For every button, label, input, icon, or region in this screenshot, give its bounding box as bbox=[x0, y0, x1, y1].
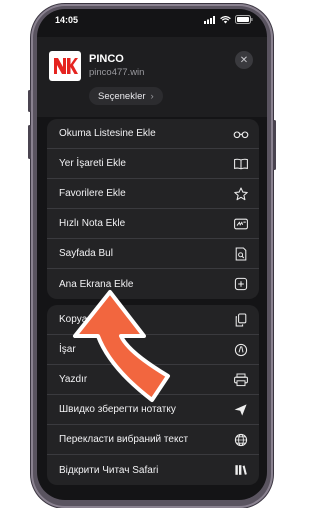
menu-item-copy[interactable]: Kopya bbox=[47, 305, 259, 335]
menu-item-quick-save-note[interactable]: Швидко зберегти нотатку bbox=[47, 395, 259, 425]
side-button bbox=[28, 125, 31, 159]
menu-item-label: İşar bbox=[59, 344, 76, 355]
side-button bbox=[28, 90, 31, 112]
site-domain: pinco477.win bbox=[89, 67, 145, 78]
copy-icon bbox=[232, 311, 250, 329]
library-icon bbox=[232, 461, 250, 479]
menu-item-add-bookmark[interactable]: Yer İşareti Ekle bbox=[47, 149, 259, 179]
menu-item-print[interactable]: Yazdır bbox=[47, 365, 259, 395]
menu-item-label: Ana Ekrana Ekle bbox=[59, 278, 134, 290]
menu-item-find-on-page[interactable]: Sayfada Bul bbox=[47, 239, 259, 269]
star-icon bbox=[232, 185, 250, 203]
chevron-right-icon: › bbox=[150, 90, 154, 102]
signal-icon bbox=[204, 15, 215, 24]
menu-item-label: Hızlı Nota Ekle bbox=[59, 218, 126, 229]
find-in-page-icon bbox=[232, 245, 250, 263]
screen: 14:05 PINCO pinco477.win ✕ Seçenekler › … bbox=[37, 9, 267, 500]
options-label: Seçenekler bbox=[98, 90, 146, 102]
close-button[interactable]: ✕ bbox=[235, 51, 253, 69]
status-bar: 14:05 bbox=[37, 9, 267, 31]
add-square-icon bbox=[232, 275, 250, 293]
side-button bbox=[273, 120, 276, 170]
menu-item-label: Favorilere Ekle bbox=[59, 188, 126, 199]
send-icon bbox=[232, 401, 250, 419]
wifi-icon bbox=[220, 15, 231, 23]
share-sheet-header: PINCO pinco477.win ✕ Seçenekler › bbox=[37, 37, 267, 117]
menu-item-markup[interactable]: İşar bbox=[47, 335, 259, 365]
menu-item-translate-text[interactable]: Перекласти вибраний текст bbox=[47, 425, 259, 455]
battery-icon bbox=[235, 15, 253, 24]
markup-icon bbox=[232, 341, 250, 359]
site-title: PINCO bbox=[89, 53, 124, 65]
menu-item-open-reader[interactable]: Відкрити Читач Safari bbox=[47, 455, 259, 485]
menu-item-add-reading-list[interactable]: Okuma Listesine Ekle bbox=[47, 119, 259, 149]
status-icons bbox=[204, 15, 253, 24]
printer-icon bbox=[232, 371, 250, 389]
glasses-icon bbox=[232, 125, 250, 143]
menu-item-label: Перекласти вибраний текст bbox=[59, 434, 189, 445]
site-logo-icon bbox=[54, 58, 78, 74]
menu-item-label: Yazdır bbox=[59, 374, 88, 385]
menu-item-label: Okuma Listesine Ekle bbox=[59, 128, 156, 139]
menu-item-add-favorites[interactable]: Favorilere Ekle bbox=[47, 179, 259, 209]
status-time: 14:05 bbox=[55, 15, 79, 25]
quick-note-icon bbox=[232, 215, 250, 233]
menu-item-label: Відкрити Читач Safari bbox=[59, 464, 159, 476]
menu-item-label: Kopya bbox=[59, 314, 88, 325]
site-logo bbox=[49, 51, 81, 81]
actions-group-primary: Okuma Listesine Ekle Yer İşareti Ekle Fa… bbox=[47, 119, 259, 299]
menu-item-add-to-home-screen[interactable]: Ana Ekrana Ekle bbox=[47, 269, 259, 299]
actions-group-secondary: Kopya İşar Yazdır Швидко зберегти нотатк… bbox=[47, 305, 259, 485]
menu-item-label: Yer İşareti Ekle bbox=[59, 158, 126, 169]
menu-item-label: Швидко зберегти нотатку bbox=[59, 404, 176, 415]
close-icon: ✕ bbox=[239, 54, 249, 66]
globe-icon bbox=[232, 431, 250, 449]
menu-item-label: Sayfada Bul bbox=[59, 248, 113, 259]
menu-item-quick-note[interactable]: Hızlı Nota Ekle bbox=[47, 209, 259, 239]
book-icon bbox=[232, 155, 250, 173]
options-button[interactable]: Seçenekler › bbox=[89, 87, 163, 105]
